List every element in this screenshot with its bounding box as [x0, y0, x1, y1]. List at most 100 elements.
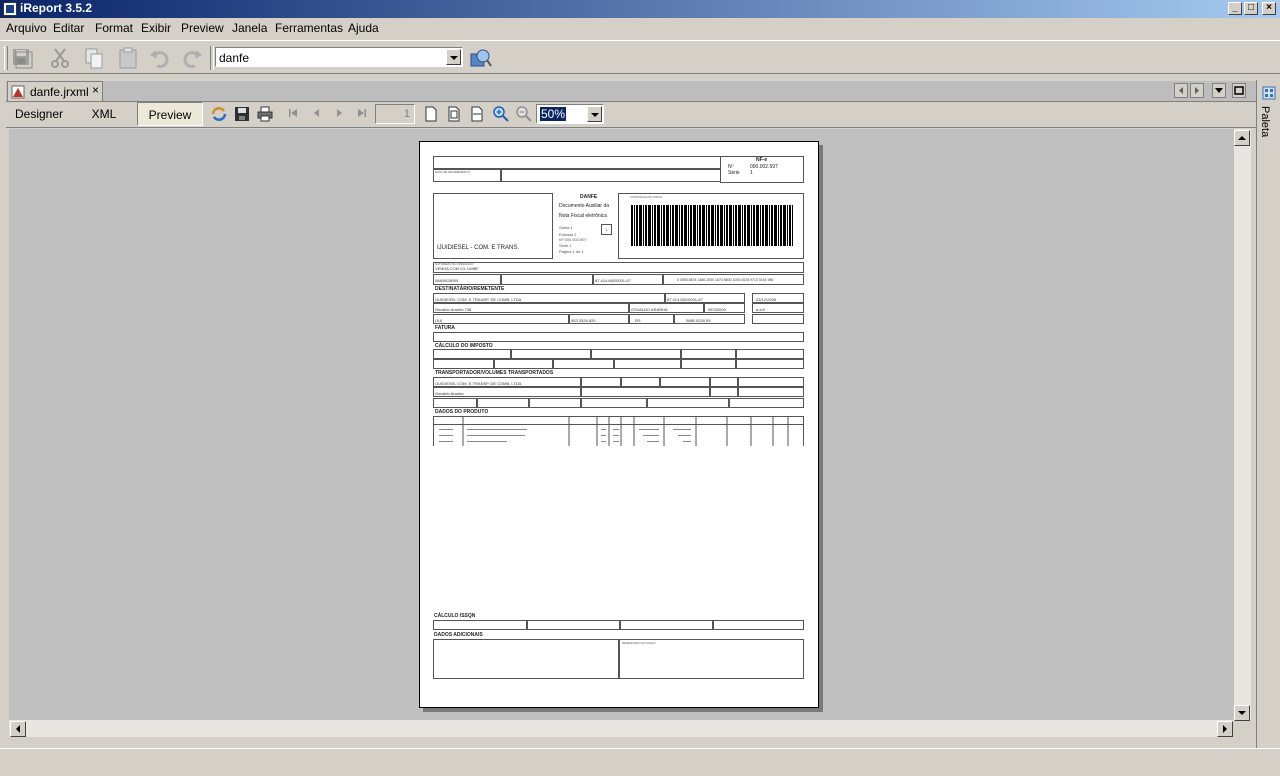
- horizontal-scrollbar[interactable]: [9, 720, 1233, 737]
- tab-designer[interactable]: Designer: [8, 102, 70, 126]
- fit-page-icon[interactable]: [445, 105, 463, 123]
- imposto-cell-11: [736, 359, 804, 369]
- document-tab-label: danfe.jrxml: [30, 85, 89, 99]
- run-report-icon[interactable]: [468, 46, 492, 70]
- last-page-icon[interactable]: [355, 106, 369, 120]
- palette-icon: [1262, 86, 1276, 100]
- save-icon[interactable]: [233, 105, 251, 123]
- tab-scroll-right-icon[interactable]: [1190, 83, 1204, 98]
- danfe-subtitle-1: Documento Auxiliar da: [559, 203, 610, 209]
- vertical-scrollbar[interactable]: [1233, 129, 1251, 721]
- menu-format[interactable]: Format: [95, 21, 133, 35]
- report-selector-value: danfe: [219, 51, 250, 65]
- dest-hora: a a:0: [756, 307, 765, 312]
- imposto-cell-7: [494, 359, 553, 369]
- previous-page-icon[interactable]: [310, 106, 324, 120]
- issqn-cell-4: [713, 620, 804, 630]
- print-icon[interactable]: [256, 105, 274, 123]
- chave-value: 4 3090 6874 1466 2000 1670 5500 1000 002…: [677, 278, 774, 282]
- palette-panel-tab[interactable]: Paleta: [1259, 84, 1279, 142]
- menu-ajuda[interactable]: Ajuda: [348, 21, 379, 35]
- menu-editar[interactable]: Editar: [53, 21, 84, 35]
- transp-addr: Osvaldo Aranha: [435, 391, 464, 396]
- actual-size-icon[interactable]: [422, 105, 440, 123]
- products-table: [433, 416, 804, 446]
- close-tab-icon[interactable]: ×: [92, 83, 99, 97]
- paste-icon[interactable]: [116, 46, 140, 70]
- natureza-value: VENDA COM ICL UMBF: [435, 266, 479, 271]
- menu-ferramentas[interactable]: Ferramentas: [275, 21, 343, 35]
- page-number-field[interactable]: 1: [375, 104, 415, 124]
- dest-bairro: OSVALDO ARANHA: [631, 307, 668, 312]
- chevron-down-icon[interactable]: [446, 49, 461, 65]
- minimize-button[interactable]: _: [1228, 2, 1242, 15]
- canhoto-box: [433, 156, 721, 169]
- danfe-title: DANFE: [580, 194, 598, 200]
- receipt-signature-box: [501, 169, 721, 182]
- undo-icon[interactable]: [148, 46, 172, 70]
- ie-value: 088/0028009: [435, 278, 459, 283]
- dest-city: IJUI: [435, 318, 443, 323]
- maximize-button[interactable]: □: [1244, 2, 1258, 15]
- ireport-app-icon: [3, 2, 17, 16]
- imposto-cell-2: [511, 349, 591, 359]
- side-panel-strip: Paleta: [1256, 80, 1280, 748]
- tab-xml[interactable]: XML: [76, 102, 132, 126]
- controle-fisco-label: CONTROLE DO FISCO: [630, 195, 663, 199]
- tab-list-dropdown-icon[interactable]: [1212, 83, 1226, 98]
- scroll-down-icon[interactable]: [1234, 705, 1250, 721]
- section-destinatario: DESTINATÁRIO/REMETENTE: [435, 286, 505, 292]
- fit-width-icon[interactable]: [468, 105, 486, 123]
- maximize-editor-icon[interactable]: [1232, 83, 1246, 98]
- menu-janela[interactable]: Janela: [232, 21, 267, 35]
- dest-name: IJUIDIESEL COM. E TRANSP. DE COMB. LTDA: [435, 297, 522, 302]
- imposto-cell-10: [681, 359, 736, 369]
- imposto-cell-9: [614, 359, 681, 369]
- toolbar-grip: [4, 46, 8, 70]
- menu-arquivo[interactable]: Arquivo: [6, 21, 47, 35]
- imposto-cell-3: [591, 349, 681, 359]
- transp-frete-box: [581, 377, 621, 387]
- toolbar-separator: [210, 46, 214, 70]
- dest-saida-box: [752, 314, 804, 324]
- menu-preview[interactable]: Preview: [181, 21, 224, 35]
- scroll-left-icon[interactable]: [10, 721, 26, 737]
- main-toolbar: danfe: [0, 40, 1280, 74]
- cut-icon[interactable]: [48, 46, 72, 70]
- first-page-icon[interactable]: [286, 106, 300, 120]
- barcode-image: [631, 205, 793, 246]
- danfe-number: Nº 000.002.597: [559, 237, 587, 242]
- scroll-right-icon[interactable]: [1217, 721, 1233, 737]
- ie-st-box: [501, 274, 593, 285]
- zoom-in-icon[interactable]: [492, 105, 510, 123]
- document-tab-danfe[interactable]: danfe.jrxml ×: [7, 81, 103, 101]
- natureza-box: [433, 262, 804, 273]
- zoom-combo[interactable]: 50%: [536, 104, 604, 124]
- menu-bar: Arquivo Editar Format Exibir Preview Jan…: [0, 19, 1280, 39]
- cnpj-value: 87.414.662/0001-67: [595, 278, 631, 283]
- page-number-value: 1: [403, 108, 410, 120]
- transp-cnpj-box: [738, 377, 804, 387]
- tab-preview[interactable]: Preview: [137, 102, 203, 126]
- tab-scroll-left-icon[interactable]: [1174, 83, 1188, 98]
- save-all-icon[interactable]: [10, 46, 34, 70]
- report-selector-combo[interactable]: danfe: [215, 47, 463, 67]
- danfe-serie: Série 1: [559, 243, 572, 248]
- refresh-icon[interactable]: [210, 105, 228, 123]
- zoom-dropdown-icon[interactable]: [587, 106, 602, 122]
- report-page: DATA DE RECEBIMENTO NF-e Nº 000.002.597 …: [419, 141, 819, 708]
- vol-peso-liquido-box: [729, 398, 804, 408]
- zoom-out-icon[interactable]: [515, 105, 533, 123]
- zoom-value: 50%: [540, 107, 567, 121]
- copy-icon[interactable]: [82, 46, 106, 70]
- report-preview-canvas[interactable]: DATA DE RECEBIMENTO NF-e Nº 000.002.597 …: [9, 129, 1233, 720]
- next-page-icon[interactable]: [332, 106, 346, 120]
- emitter-name: IJUIDIESEL - COM. E TRANS.: [437, 245, 520, 251]
- redo-icon[interactable]: [180, 46, 204, 70]
- scroll-up-icon[interactable]: [1234, 130, 1250, 146]
- menu-exibir[interactable]: Exibir: [141, 21, 171, 35]
- danfe-page: Página 1 de 1: [559, 249, 584, 254]
- close-button[interactable]: ×: [1262, 2, 1276, 15]
- title-bar: iReport 3.5.2 _ □ ×: [0, 0, 1280, 18]
- section-fatura: FATURA: [435, 325, 455, 331]
